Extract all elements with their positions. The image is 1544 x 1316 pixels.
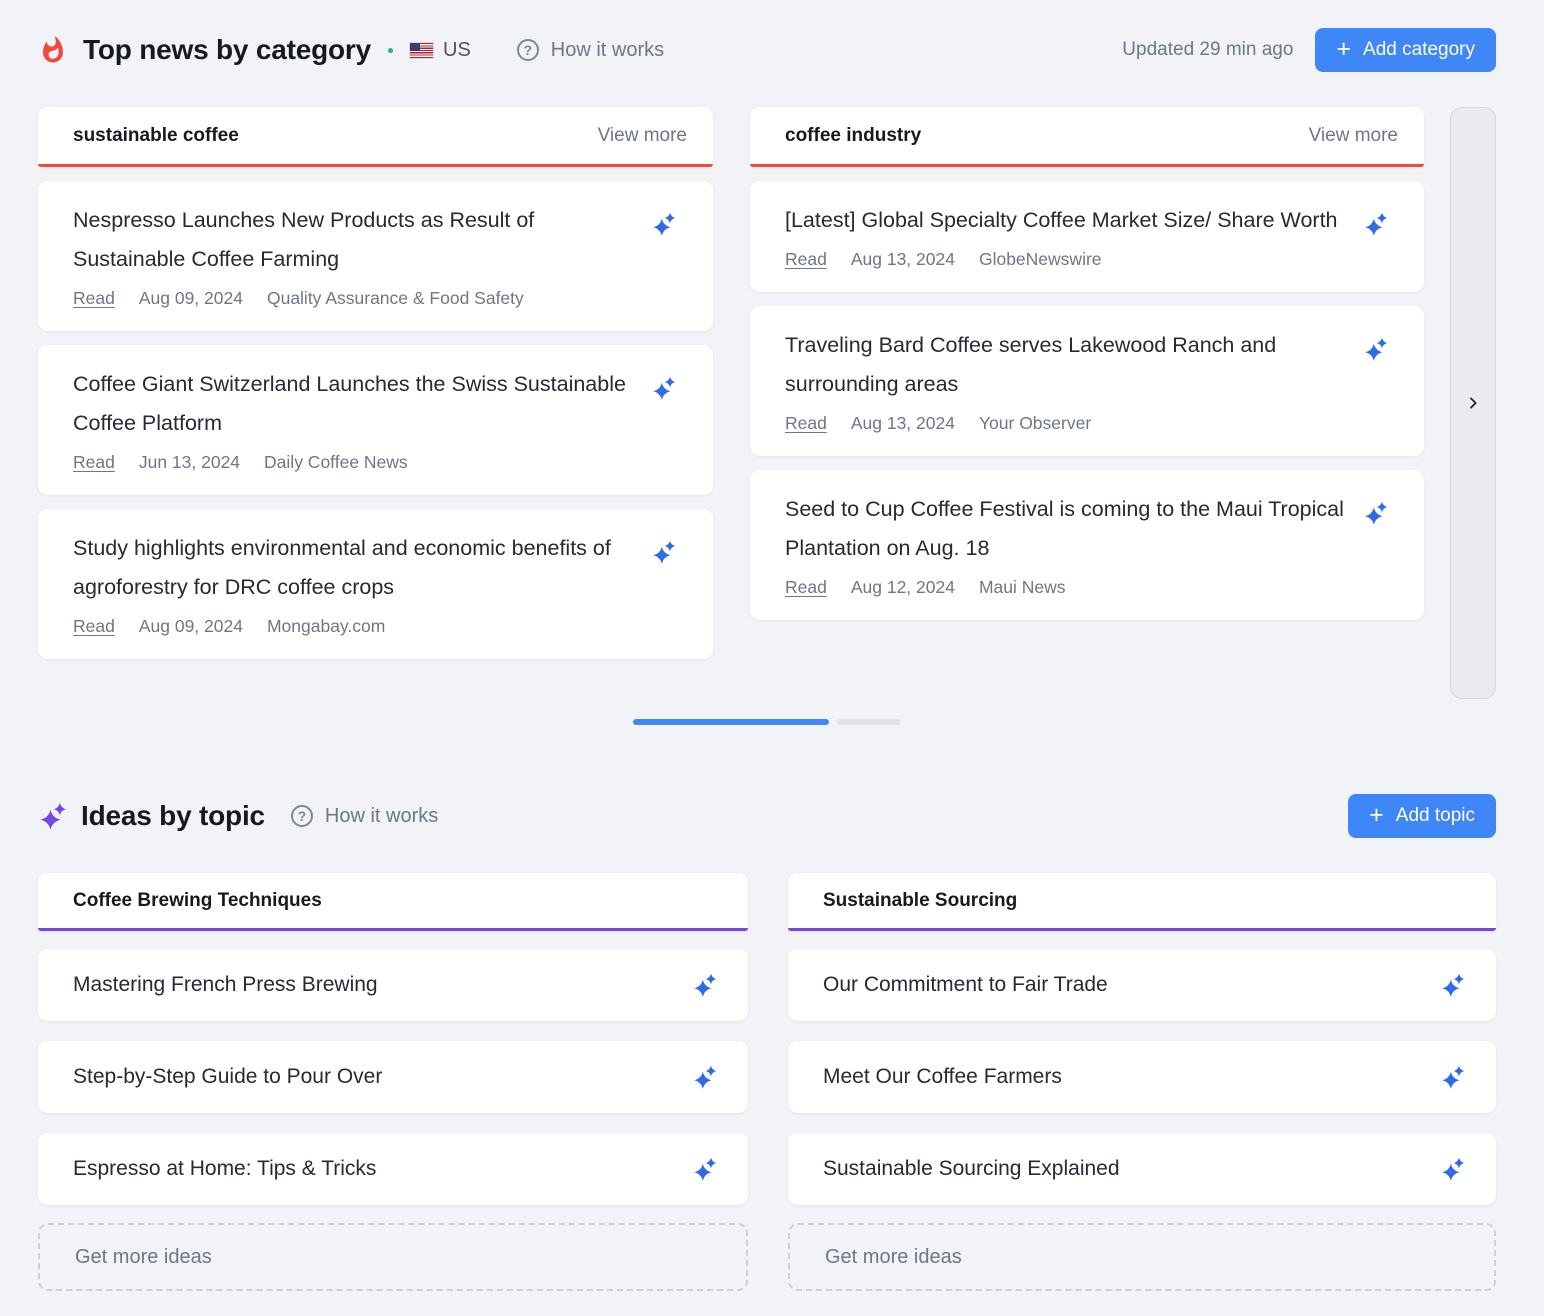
ai-sparkle-icon[interactable] xyxy=(1363,500,1389,526)
article-date: Jun 13, 2024 xyxy=(139,452,240,473)
us-flag-icon xyxy=(410,43,433,58)
country-label: US xyxy=(443,39,471,62)
view-more-link[interactable]: View more xyxy=(598,125,687,147)
help-icon[interactable]: ? xyxy=(517,39,539,61)
ai-sparkle-icon[interactable] xyxy=(692,1156,718,1182)
category-header: coffee industry View more xyxy=(750,107,1424,167)
article-title: Seed to Cup Coffee Festival is coming to… xyxy=(785,490,1351,568)
article-date: Aug 13, 2024 xyxy=(851,413,955,434)
article-title: [Latest] Global Specialty Coffee Market … xyxy=(785,201,1351,240)
topic-column: Sustainable Sourcing Our Commitment to F… xyxy=(788,873,1496,1291)
idea-card[interactable]: Our Commitment to Fair Trade xyxy=(788,949,1496,1021)
idea-card[interactable]: Step-by-Step Guide to Pour Over xyxy=(38,1041,748,1113)
help-icon[interactable]: ? xyxy=(291,805,313,827)
news-carousel: sustainable coffee View more Nespresso L… xyxy=(38,107,1496,699)
sparkle-icon xyxy=(38,801,68,831)
idea-card[interactable]: Mastering French Press Brewing xyxy=(38,949,748,1021)
get-more-ideas-button[interactable]: Get more ideas xyxy=(38,1223,748,1291)
category-name: coffee industry xyxy=(785,125,921,147)
idea-card[interactable]: Espresso at Home: Tips & Tricks xyxy=(38,1133,748,1205)
read-link[interactable]: Read xyxy=(785,413,827,434)
read-link[interactable]: Read xyxy=(73,288,115,309)
plus-icon: + xyxy=(1369,803,1384,828)
news-section-title: Top news by category xyxy=(83,34,371,66)
updated-timestamp: Updated 29 min ago xyxy=(1122,39,1293,61)
idea-title: Espresso at Home: Tips & Tricks xyxy=(73,1157,692,1181)
topic-header: Coffee Brewing Techniques xyxy=(38,873,748,931)
ai-sparkle-icon[interactable] xyxy=(1440,1064,1466,1090)
ai-sparkle-icon[interactable] xyxy=(651,539,677,565)
article-title: Nespresso Launches New Products as Resul… xyxy=(73,201,639,279)
news-article-card[interactable]: Study highlights environmental and econo… xyxy=(38,509,713,659)
article-date: Aug 09, 2024 xyxy=(139,616,243,637)
status-dot xyxy=(388,48,393,53)
category-name: sustainable coffee xyxy=(73,125,239,147)
ai-sparkle-icon[interactable] xyxy=(1363,336,1389,362)
pagination-bar[interactable] xyxy=(837,719,901,725)
view-more-link[interactable]: View more xyxy=(1309,125,1398,147)
flame-icon xyxy=(38,35,68,65)
article-source: Daily Coffee News xyxy=(264,452,408,473)
get-more-ideas-button[interactable]: Get more ideas xyxy=(788,1223,1496,1291)
ai-sparkle-icon[interactable] xyxy=(1440,972,1466,998)
add-category-button[interactable]: + Add category xyxy=(1315,28,1496,72)
news-article-card[interactable]: [Latest] Global Specialty Coffee Market … xyxy=(750,181,1424,292)
idea-title: Meet Our Coffee Farmers xyxy=(823,1065,1440,1089)
ai-sparkle-icon[interactable] xyxy=(692,972,718,998)
topic-column: Coffee Brewing Techniques Mastering Fren… xyxy=(38,873,748,1291)
news-article-card[interactable]: Traveling Bard Coffee serves Lakewood Ra… xyxy=(750,306,1424,456)
article-title: Coffee Giant Switzerland Launches the Sw… xyxy=(73,365,639,443)
article-date: Aug 12, 2024 xyxy=(851,577,955,598)
topic-name: Sustainable Sourcing xyxy=(823,890,1017,912)
page: Top news by category US ? How it works U… xyxy=(0,0,1544,1316)
ai-sparkle-icon[interactable] xyxy=(1363,211,1389,237)
idea-card[interactable]: Sustainable Sourcing Explained xyxy=(788,1133,1496,1205)
ai-sparkle-icon[interactable] xyxy=(651,211,677,237)
article-date: Aug 13, 2024 xyxy=(851,249,955,270)
carousel-pagination xyxy=(38,719,1496,725)
how-it-works-link[interactable]: How it works xyxy=(551,39,664,62)
how-it-works-link[interactable]: How it works xyxy=(325,805,438,828)
category-header: sustainable coffee View more xyxy=(38,107,713,167)
read-link[interactable]: Read xyxy=(73,452,115,473)
next-page-button[interactable] xyxy=(1450,107,1496,699)
news-category-column: coffee industry View more [Latest] Globa… xyxy=(750,107,1424,620)
article-title: Study highlights environmental and econo… xyxy=(73,529,639,607)
idea-card[interactable]: Meet Our Coffee Farmers xyxy=(788,1041,1496,1113)
article-source: GlobeNewswire xyxy=(979,249,1102,270)
topic-name: Coffee Brewing Techniques xyxy=(73,890,322,912)
news-section-header: Top news by category US ? How it works U… xyxy=(38,28,1496,72)
article-source: Your Observer xyxy=(979,413,1091,434)
idea-title: Step-by-Step Guide to Pour Over xyxy=(73,1065,692,1089)
add-topic-button[interactable]: + Add topic xyxy=(1348,794,1496,838)
read-link[interactable]: Read xyxy=(73,616,115,637)
article-date: Aug 09, 2024 xyxy=(139,288,243,309)
news-category-column: sustainable coffee View more Nespresso L… xyxy=(38,107,713,659)
idea-title: Sustainable Sourcing Explained xyxy=(823,1157,1440,1181)
read-link[interactable]: Read xyxy=(785,577,827,598)
article-source: Maui News xyxy=(979,577,1066,598)
article-source: Mongabay.com xyxy=(267,616,385,637)
ideas-grid: Coffee Brewing Techniques Mastering Fren… xyxy=(38,873,1496,1291)
article-title: Traveling Bard Coffee serves Lakewood Ra… xyxy=(785,326,1351,404)
news-article-card[interactable]: Nespresso Launches New Products as Resul… xyxy=(38,181,713,331)
ai-sparkle-icon[interactable] xyxy=(1440,1156,1466,1182)
topic-header: Sustainable Sourcing xyxy=(788,873,1496,931)
article-source: Quality Assurance & Food Safety xyxy=(267,288,524,309)
plus-icon: + xyxy=(1336,37,1351,62)
ai-sparkle-icon[interactable] xyxy=(692,1064,718,1090)
ai-sparkle-icon[interactable] xyxy=(651,375,677,401)
news-article-card[interactable]: Seed to Cup Coffee Festival is coming to… xyxy=(750,470,1424,620)
chevron-right-icon xyxy=(1465,395,1481,411)
ideas-section-header: Ideas by topic ? How it works + Add topi… xyxy=(38,794,1496,838)
pagination-bar-active[interactable] xyxy=(633,719,829,725)
idea-title: Our Commitment to Fair Trade xyxy=(823,973,1440,997)
idea-title: Mastering French Press Brewing xyxy=(73,973,692,997)
read-link[interactable]: Read xyxy=(785,249,827,270)
news-article-card[interactable]: Coffee Giant Switzerland Launches the Sw… xyxy=(38,345,713,495)
ideas-section-title: Ideas by topic xyxy=(81,800,265,832)
